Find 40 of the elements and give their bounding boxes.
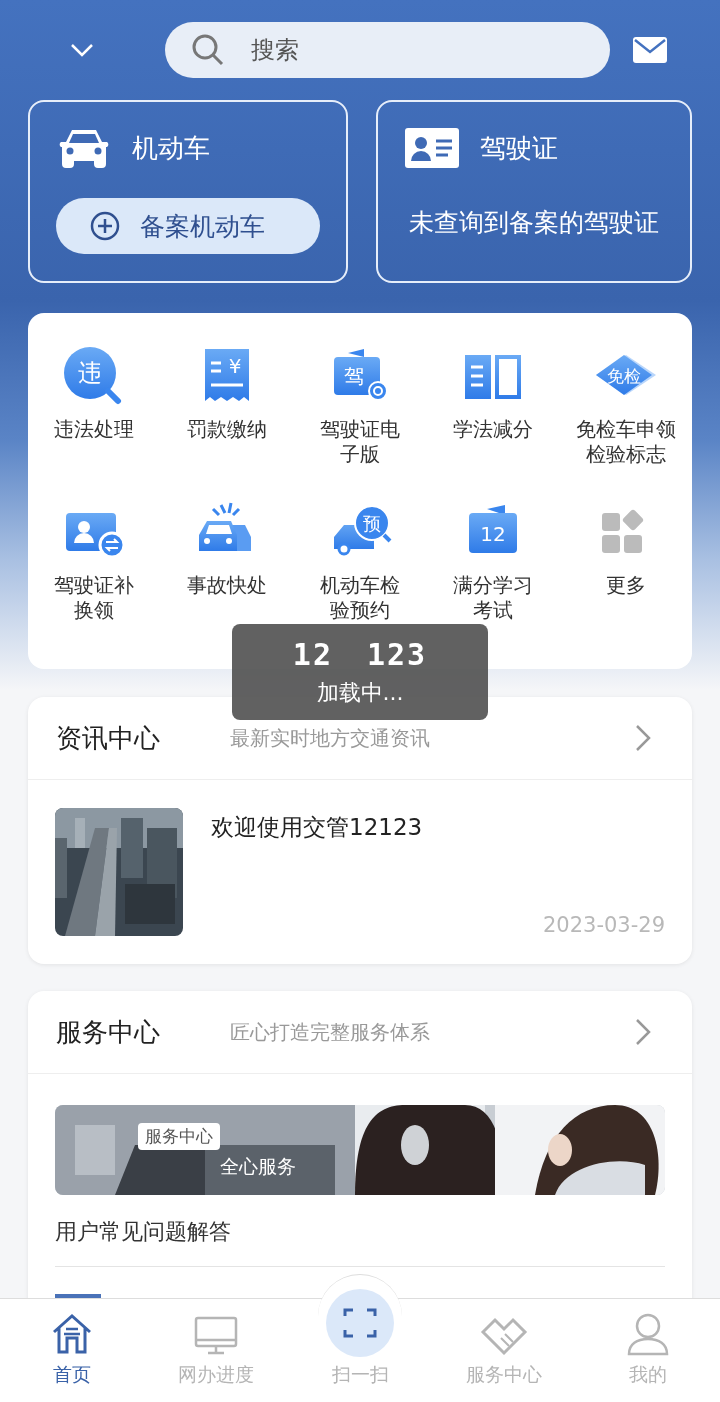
id-card-icon bbox=[404, 127, 460, 169]
faq-link[interactable]: 用户常见问题解答 bbox=[55, 1217, 665, 1247]
vehicle-card[interactable]: 机动车 备案机动车 bbox=[28, 100, 348, 283]
news-date: 2023-03-29 bbox=[542, 913, 665, 937]
chevron-right-icon[interactable] bbox=[634, 1017, 652, 1047]
scan-icon bbox=[325, 1288, 395, 1358]
card-title: 驾驶证 bbox=[480, 131, 558, 165]
banner-tag: 服务中心 bbox=[138, 1123, 220, 1150]
monitor-icon bbox=[194, 1316, 238, 1356]
chevron-right-icon[interactable] bbox=[634, 723, 652, 753]
person-icon bbox=[626, 1312, 670, 1356]
card-title: 机动车 bbox=[132, 131, 210, 165]
service-item[interactable]: 驾驶证补换领 bbox=[28, 501, 161, 649]
service-item[interactable]: 更多 bbox=[559, 501, 692, 649]
handshake-icon bbox=[479, 1316, 529, 1356]
service-item[interactable]: ¥ 罚款缴纳 bbox=[160, 345, 294, 493]
logo-text: 123 bbox=[366, 636, 428, 672]
service-item[interactable]: 事故快处 bbox=[160, 501, 294, 649]
search-icon bbox=[191, 33, 225, 67]
license-card[interactable]: 驾驶证 未查询到备案的驾驶证 bbox=[376, 100, 692, 283]
section-subtitle: 匠心打造完整服务体系 bbox=[230, 1018, 431, 1046]
service-item[interactable]: 驾 驾驶证电子版 bbox=[293, 345, 427, 493]
mail-icon[interactable] bbox=[632, 36, 668, 64]
loading-message: 加载中... bbox=[316, 678, 404, 707]
service-item[interactable]: 免检 免检车申领检验标志 bbox=[559, 345, 692, 493]
service-item[interactable]: 12 满分学习考试 bbox=[426, 501, 560, 649]
section-title: 资讯中心 bbox=[56, 721, 161, 755]
license-message: 未查询到备案的驾驶证 bbox=[408, 207, 660, 239]
home-icon bbox=[50, 1312, 94, 1356]
service-banner[interactable]: 服务中心 全心服务 bbox=[55, 1105, 665, 1195]
news-title[interactable]: 欢迎使用交管12123 bbox=[211, 812, 665, 843]
search-field[interactable]: 搜索 bbox=[165, 22, 610, 78]
logo-text: 12 bbox=[292, 636, 333, 672]
section-subtitle: 最新实时地方交通资讯 bbox=[230, 724, 431, 752]
tab-item[interactable]: 首页 bbox=[0, 1299, 144, 1402]
service-item[interactable]: 违 违法处理 bbox=[28, 345, 161, 493]
section-title: 服务中心 bbox=[56, 1015, 161, 1049]
service-item[interactable]: 学法减分 bbox=[426, 345, 560, 493]
register-vehicle-button[interactable]: 备案机动车 bbox=[56, 198, 320, 254]
plus-circle-icon bbox=[90, 211, 120, 241]
